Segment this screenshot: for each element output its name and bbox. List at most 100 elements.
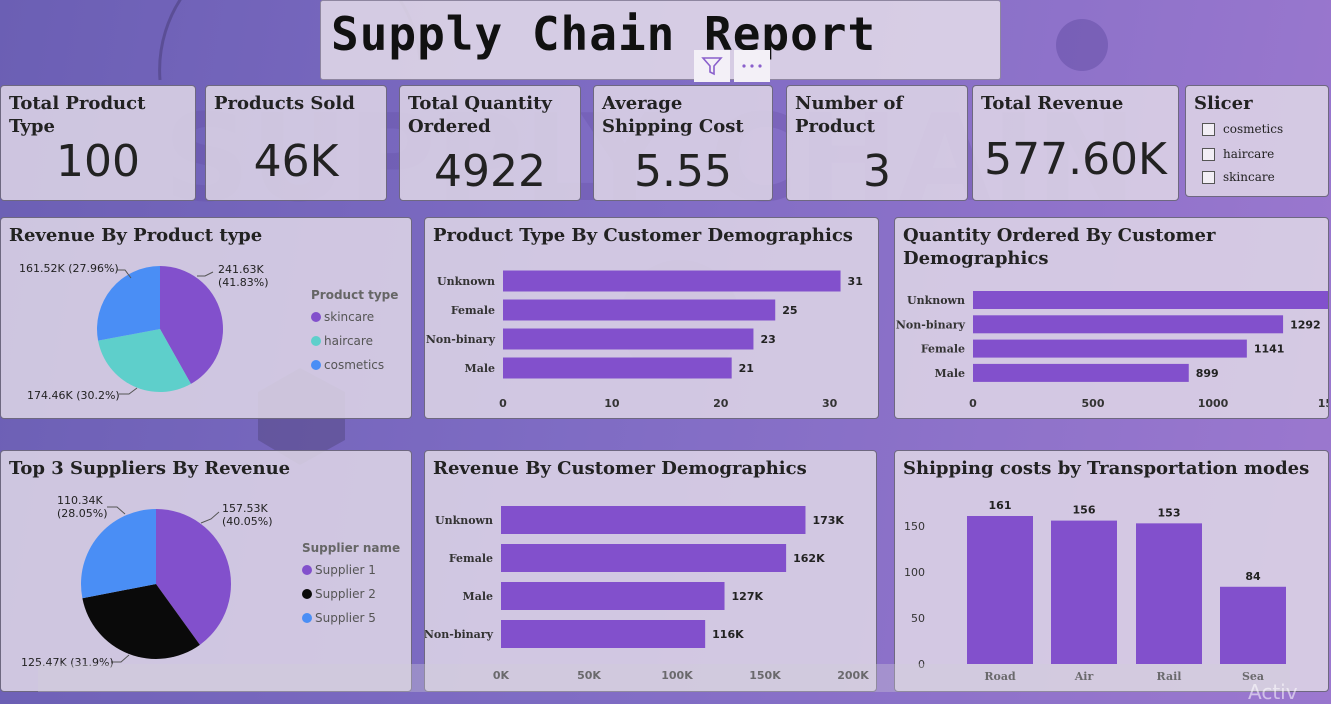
x-tick-label: 1000 — [1198, 397, 1229, 410]
revenue-by-product-type-chart: 241.63K (41.83%) 174.46K (30.2%) 161.52K (2… — [19, 262, 398, 402]
category-label: Male — [463, 590, 493, 603]
shipping-costs-card: Shipping costs by Transportation modes 0… — [894, 450, 1329, 692]
checkbox[interactable] — [1202, 147, 1215, 161]
bar-value-label: 153 — [1158, 506, 1181, 519]
bar-value-label: 1292 — [1290, 318, 1321, 331]
bar-value-label: 23 — [760, 333, 775, 346]
kpi-value: 5.55 — [634, 146, 732, 197]
bar-male — [973, 363, 1189, 382]
kpi-value: 100 — [56, 136, 140, 187]
filter-icon — [701, 57, 723, 76]
bar-rail — [1136, 523, 1202, 664]
kpi-card-average-shipping-cost: Average Shipping Cost 5.55 — [593, 85, 773, 201]
slicer-option-label: skincare — [1223, 170, 1275, 184]
kpi-title: Total Quantity Ordered — [408, 93, 552, 137]
kpi-title: Total Product Type — [9, 93, 146, 137]
category-label: Female — [449, 552, 493, 565]
bar-non-binary — [501, 620, 706, 648]
legend-marker — [302, 613, 312, 623]
checkbox[interactable] — [1202, 122, 1215, 136]
kpi-title: Products Sold — [214, 93, 355, 114]
legend-item: cosmetics — [324, 358, 384, 372]
bar-female — [503, 299, 776, 321]
x-tick-label: 1500 — [1318, 397, 1328, 410]
slicer-option-haircare[interactable]: haircare — [1202, 147, 1274, 161]
bar-value-label: 161 — [989, 499, 1012, 512]
activation-watermark-text: Activ — [1248, 680, 1298, 704]
pie-data-label: 157.53K (40.05%) — [222, 502, 273, 528]
bar-value-label: 162K — [793, 552, 825, 565]
checkbox[interactable] — [1202, 170, 1215, 184]
slicer-option-label: cosmetics — [1223, 122, 1284, 136]
category-label: Female — [921, 343, 965, 356]
bar-male — [501, 582, 725, 610]
bar-value-label: 127K — [732, 590, 764, 603]
kpi-card-total-quantity-ordered: Total Quantity Ordered 4922 — [399, 85, 581, 201]
legend-marker — [311, 360, 321, 370]
legend-item: Supplier 1 — [315, 563, 376, 577]
bar-value-label: 1141 — [1254, 343, 1285, 356]
kpi-value: 577.60K — [984, 134, 1167, 185]
kpi-value: 46K — [253, 136, 339, 187]
bar-non-binary — [503, 328, 754, 350]
x-tick-label: 10 — [604, 397, 620, 410]
kpi-card-number-of-product: Number of Product 3 — [786, 85, 968, 201]
category-label: Unknown — [435, 514, 493, 527]
x-tick-label: 30 — [822, 397, 838, 410]
product-type-by-demographics-card: Product Type By Customer Demographics Un… — [424, 217, 879, 419]
pie-slice-cosmetics — [97, 266, 160, 341]
product-type-by-demographics-chart: Unknown 31 Female 25 Non-binary 23 Male 21 0 10 20… — [426, 270, 863, 410]
filter-button[interactable] — [694, 50, 730, 82]
category-label: Male — [935, 367, 965, 380]
x-tick-label: 500 — [1082, 397, 1105, 410]
pie-label-leader — [107, 506, 126, 515]
watermark-person-icon — [1056, 19, 1108, 71]
pie-label-leader — [119, 387, 138, 395]
bar-value-label: 84 — [1245, 570, 1261, 583]
slicer-option-skincare[interactable]: skincare — [1202, 170, 1275, 184]
category-label: Female — [451, 304, 495, 317]
more-options-button[interactable] — [734, 50, 770, 82]
legend-marker — [311, 336, 321, 346]
visual-header-toolbar — [694, 50, 770, 82]
bar-value-label: 173K — [812, 514, 844, 527]
category-label: Male — [465, 362, 495, 375]
kpi-card-total-revenue: Total Revenue 577.60K — [972, 85, 1179, 201]
legend-marker — [311, 312, 321, 322]
bar-unknown — [973, 291, 1328, 309]
bar-male — [503, 357, 732, 379]
bar-unknown — [503, 270, 841, 292]
category-label: Non-binary — [425, 628, 494, 641]
shipping-costs-chart: 050100150161Road156Air153Rail84Sea — [904, 499, 1286, 683]
revenue-by-demographics-chart: Unknown 173K Female 162K Male 127K Non-binary 1… — [425, 506, 869, 682]
bar-air — [1051, 520, 1117, 664]
top-suppliers-card: Top 3 Suppliers By Revenue 157.53K (40.05… — [0, 450, 412, 692]
pie-data-label: 161.52K (27.96%) — [19, 262, 119, 275]
slicer-option-cosmetics[interactable]: cosmetics — [1202, 122, 1283, 136]
pie-data-label: 241.63K (41.83%) — [218, 263, 269, 289]
legend-item: haircare — [324, 334, 373, 348]
more-options-icon — [742, 64, 762, 68]
kpi-title: Number of Product — [795, 93, 904, 137]
report-title-box: Supply Chain Report — [320, 0, 1001, 80]
bar-female — [501, 544, 787, 572]
bar-value-label: 116K — [712, 628, 744, 641]
pie-slice-supplier-5 — [80, 509, 156, 599]
report-title: Supply Chain Report — [331, 7, 877, 61]
quantity-by-demographics-card: Quantity Ordered By Customer Demographic… — [894, 217, 1329, 419]
legend-item: Supplier 2 — [315, 587, 376, 601]
legend-title: Product type — [311, 288, 398, 302]
bar-value-label: 25 — [782, 304, 797, 317]
slicer-card: Slicer cosmetics haircare skincare — [1185, 85, 1329, 197]
kpi-value: 4922 — [434, 146, 546, 197]
top-suppliers-chart: 157.53K (40.05%)125.47K (31.9%)110.34K (28… — [21, 494, 400, 669]
revenue-by-product-type-card: Revenue By Product type 241.63K (41.83%) 1… — [0, 217, 412, 419]
pie-data-label: 174.46K (30.2%) — [27, 389, 120, 402]
bar-female — [973, 339, 1247, 358]
legend-marker — [302, 565, 312, 575]
category-label: Unknown — [907, 294, 965, 307]
category-label: Non-binary — [896, 318, 966, 331]
pie-label-leader — [197, 271, 214, 277]
revenue-by-demographics-card: Revenue By Customer Demographics Unknown… — [424, 450, 877, 692]
x-tick-label: 0 — [499, 397, 507, 410]
